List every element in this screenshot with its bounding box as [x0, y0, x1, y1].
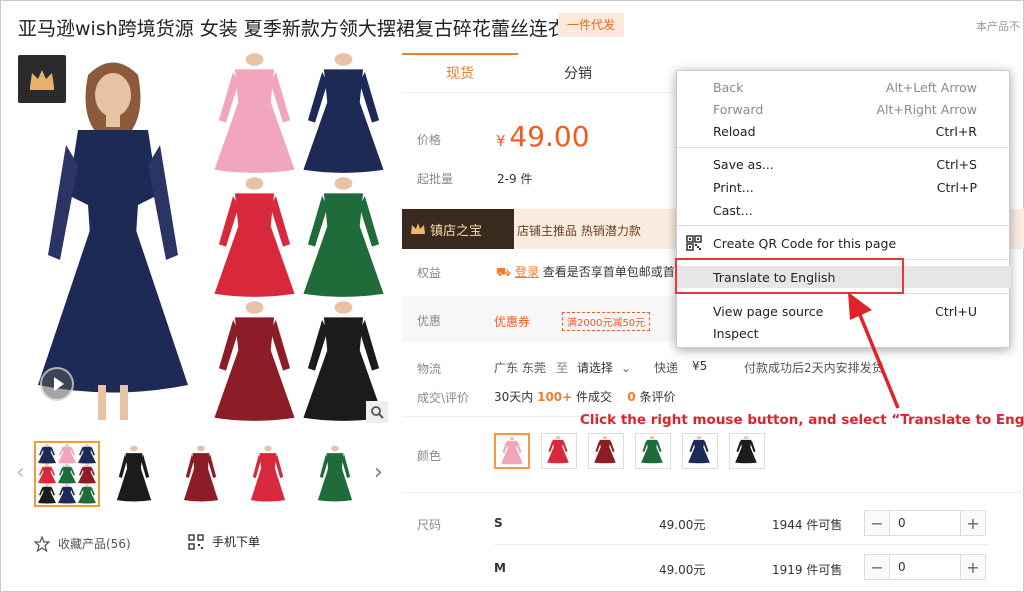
tab-distribution[interactable]: 分销 — [518, 55, 638, 93]
destination-select[interactable]: 请选择 ⌄ — [577, 359, 631, 376]
logistics-origin: 广东 东莞 — [494, 361, 546, 375]
zoom-icon[interactable] — [366, 401, 388, 423]
color-swatch-wine[interactable] — [588, 433, 624, 469]
mobile-order-button[interactable]: 手机下单 — [188, 533, 260, 550]
size-m-stock: 1919 件可售 — [772, 563, 843, 577]
thumbnail-green[interactable] — [304, 443, 366, 505]
price-value: ¥ 49.00 — [496, 120, 590, 153]
brand-crown-icon — [18, 55, 66, 103]
coupon-link[interactable]: 优惠券 — [494, 313, 530, 330]
menu-item-save-as[interactable]: Save as... Ctrl+S — [677, 153, 1011, 175]
favorite-button[interactable]: 收藏产品(56) — [34, 535, 131, 552]
logistics-to: 至 — [556, 361, 569, 375]
menu-item-reload[interactable]: Reload Ctrl+R — [677, 120, 1011, 142]
chevron-down-icon: ⌄ — [620, 361, 631, 375]
color-swatch-red[interactable] — [541, 433, 577, 469]
size-s-price: 49.00元 — [659, 518, 706, 532]
truck-icon: ⛟ — [496, 265, 512, 279]
color-swatch-navy[interactable] — [682, 433, 718, 469]
express-fee: ¥5 — [692, 359, 708, 373]
color-label: 颜色 — [417, 449, 442, 463]
promo-label: 优惠 — [417, 314, 442, 328]
divider — [494, 544, 988, 545]
shop-promo-text: 店铺主推品 热销潜力款 — [517, 224, 641, 238]
min-order-label: 起批量 — [417, 172, 454, 186]
menu-item-print[interactable]: Print... Ctrl+P — [677, 176, 1011, 198]
price-label: 价格 — [417, 133, 442, 147]
divider — [402, 492, 1024, 493]
quantity-input-m[interactable]: 0 — [889, 555, 961, 579]
menu-item-create-qr[interactable]: Create QR Code for this page — [677, 232, 1011, 254]
benefits-row: ⛟ 登录 查看是否享首单包邮或首单 — [496, 265, 687, 279]
color-swatch-green[interactable] — [635, 433, 671, 469]
quantity-stepper-m[interactable]: − 0 + — [864, 554, 986, 580]
menu-separator — [677, 147, 1011, 148]
express-label: 快递 — [654, 361, 679, 375]
qr-code-icon — [686, 235, 702, 251]
size-m: M — [494, 561, 506, 575]
favorite-label: 收藏产品(56) — [58, 537, 131, 551]
minus-icon[interactable]: − — [865, 555, 889, 579]
thumbnail-black[interactable] — [103, 443, 165, 505]
quantity-input-s[interactable]: 0 — [889, 511, 961, 535]
header-note: 本产品不 — [976, 20, 1020, 33]
size-s: S — [494, 516, 503, 530]
menu-item-cast[interactable]: Cast... — [677, 199, 1011, 221]
size-m-price: 49.00元 — [659, 563, 706, 577]
thumbnail-wine[interactable] — [170, 443, 232, 505]
star-icon — [34, 535, 50, 552]
product-title: 亚马逊wish跨境货源 女装 夏季新款方领大摆裙复古碎花蕾丝连衣裙 — [18, 18, 586, 40]
color-swatch-pink[interactable] — [494, 433, 530, 469]
annotation-arrow-icon — [848, 292, 900, 409]
dropship-badge: 一件代发 — [558, 13, 624, 37]
size-label: 尺码 — [417, 518, 442, 532]
deals-label: 成交\评价 — [417, 391, 470, 405]
menu-item-forward[interactable]: Forward Alt+Right Arrow — [677, 98, 1011, 120]
plus-icon[interactable]: + — [961, 511, 985, 535]
shop-treasure-tag: 镇店之宝 — [402, 209, 514, 249]
highlight-box — [675, 258, 904, 294]
mobile-order-label: 手机下单 — [212, 535, 261, 549]
thumb-next-icon[interactable]: › — [374, 460, 383, 485]
annotation-text: Click the right mouse button, and select… — [580, 412, 1024, 428]
crown-icon — [411, 223, 425, 234]
quantity-stepper-s[interactable]: − 0 + — [864, 510, 986, 536]
deals-summary: 30天内 100+ 件成交 0 条评价 — [494, 390, 676, 404]
thumbnail-navy[interactable] — [34, 441, 100, 507]
qr-code-icon — [188, 533, 204, 550]
plus-icon[interactable]: + — [961, 555, 985, 579]
minus-icon[interactable]: − — [865, 511, 889, 535]
benefits-label: 权益 — [417, 266, 442, 280]
size-s-stock: 1944 件可售 — [772, 518, 843, 532]
menu-item-back[interactable]: Back Alt+Left Arrow — [677, 76, 1011, 98]
variants-grid-image[interactable] — [210, 52, 388, 424]
coupon-tag[interactable]: 满2000元减50元 — [562, 312, 651, 331]
play-video-icon[interactable] — [40, 367, 74, 401]
thumb-prev-icon[interactable]: ‹ — [16, 460, 25, 485]
menu-separator — [677, 225, 1011, 226]
color-swatch-black[interactable] — [729, 433, 765, 469]
thumbnail-red[interactable] — [237, 443, 299, 505]
min-order-value: 2-9 件 — [497, 172, 533, 186]
login-link[interactable]: 登录 — [515, 265, 539, 279]
tab-underline — [402, 92, 678, 93]
logistics-label: 物流 — [417, 362, 442, 376]
tab-spot[interactable]: 现货 — [402, 53, 518, 93]
